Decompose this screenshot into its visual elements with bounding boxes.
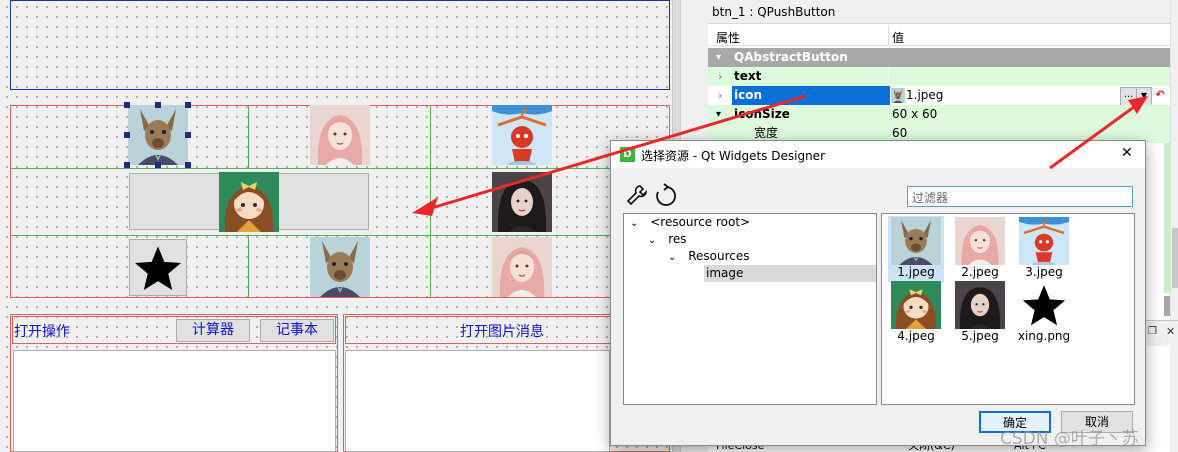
cartoon-girl-image <box>891 281 941 329</box>
thumbnail-label: xing.png <box>1017 329 1071 343</box>
kangaroo-image <box>128 105 188 165</box>
kangaroo-image <box>310 237 370 297</box>
dark-hair-girl-image <box>955 281 1005 329</box>
close-dock-icon[interactable]: ✕ <box>1166 325 1175 338</box>
cartoon-girl-image <box>219 172 279 232</box>
tree-item-image[interactable]: image <box>704 265 876 282</box>
chevron-down-icon: ⌄ <box>648 235 657 246</box>
selection-handle[interactable] <box>155 102 161 108</box>
right-text-edit[interactable] <box>345 350 610 452</box>
thumbnail-label: 4.jpeg <box>897 329 935 343</box>
cartoon-girl-button-icon <box>219 172 279 232</box>
thumbnail-1[interactable] <box>891 217 941 265</box>
property-group-qabstractbutton[interactable]: ▾ QAbstractButton <box>708 48 1170 67</box>
hanger-mascot-image <box>1019 217 1069 265</box>
tree-item-resources[interactable]: ⌄ Resources <box>668 248 750 265</box>
chevron-down-icon: ⌄ <box>630 218 639 229</box>
selection-handle[interactable] <box>155 162 161 168</box>
grid-divider <box>430 106 431 297</box>
thumbnail-3[interactable] <box>1019 217 1069 265</box>
float-dock-icon[interactable]: ❐ <box>1148 326 1157 337</box>
grid-divider <box>11 168 669 169</box>
grid-divider <box>248 106 249 168</box>
value-column-header[interactable]: 值 <box>892 29 904 46</box>
filter-input[interactable]: 过滤器 <box>907 186 1133 207</box>
girl-image-button-2[interactable] <box>492 237 552 297</box>
object-title: btn_1 : QPushButton <box>712 5 836 19</box>
selection-handle[interactable] <box>185 102 191 108</box>
left-text-edit[interactable] <box>13 350 336 452</box>
browse-button[interactable]: ... <box>1120 87 1137 106</box>
grid-divider <box>11 235 669 236</box>
girl-image-button[interactable] <box>310 105 370 165</box>
kangaroo-image <box>891 217 941 265</box>
property-row-icon[interactable]: › icon 1.jpeg ... ▼ ↶ <box>708 86 1170 106</box>
collapse-arrow-icon: ▾ <box>716 52 722 63</box>
thumbnail-5[interactable] <box>955 281 1005 329</box>
qt-designer-icon: D <box>620 147 635 162</box>
designer-canvas[interactable]: 打开操作 计算器 记事本 打开图片消息 <box>0 0 672 452</box>
girl-portrait-image <box>310 105 370 165</box>
property-value[interactable]: 1.jpeg <box>906 86 943 105</box>
watermark: CSDN @叶子丶苏 <box>1000 429 1139 449</box>
open-image-message-label: 打开图片消息 <box>460 324 544 340</box>
kangaroo-image-button[interactable] <box>128 105 188 165</box>
kangaroo-image-button-2[interactable] <box>310 237 370 297</box>
open-action-label: 打开操作 <box>14 324 70 340</box>
property-name: iconSize <box>734 107 790 121</box>
dropdown-arrow-icon[interactable]: ▼ <box>1136 87 1152 106</box>
expand-arrow-icon: › <box>718 70 723 83</box>
girl-portrait-image <box>955 217 1005 265</box>
wrench-icon[interactable] <box>625 183 649 210</box>
tree-item-resource-root[interactable]: ⌄ <resource root> <box>630 214 750 231</box>
hanger-image-button[interactable] <box>492 105 552 165</box>
notepad-button[interactable]: 记事本 <box>260 319 334 342</box>
reset-arrow-icon[interactable]: ↶ <box>1154 87 1166 104</box>
selection-handle[interactable] <box>124 162 130 168</box>
filter-placeholder: 过滤器 <box>912 191 949 205</box>
resource-thumbnail-list[interactable]: 1.jpeg 2.jpeg 3.jpeg 4.jpeg 5.jpeg xing.… <box>881 213 1135 405</box>
star-icon <box>1021 282 1067 328</box>
property-row-iconsize[interactable]: ▾ iconSize 60 x 60 <box>708 105 1170 124</box>
thumbnail-4[interactable] <box>891 281 941 329</box>
star-icon <box>133 243 183 293</box>
thumbnail-label: 2.jpeg <box>961 265 999 279</box>
hanger-mascot-image <box>492 105 552 165</box>
thumbnail-label: 3.jpeg <box>1025 265 1063 279</box>
chevron-down-icon: ⌄ <box>668 252 677 263</box>
property-value[interactable]: 60 x 60 <box>892 105 937 124</box>
tree-item-res[interactable]: ⌄ res <box>648 231 687 248</box>
dark-hair-image-button[interactable] <box>492 172 552 232</box>
group-label: QAbstractButton <box>734 50 848 64</box>
property-column-header[interactable]: 属性 <box>716 29 740 46</box>
top-frame <box>10 0 670 90</box>
selection-handle[interactable] <box>185 162 191 168</box>
property-scrollbar[interactable] <box>1170 0 1178 320</box>
resource-tree[interactable]: ⌄ <resource root> ⌄ res ⌄ Resources imag… <box>623 213 877 405</box>
thumbnail-6[interactable] <box>1021 282 1067 328</box>
refresh-icon[interactable] <box>653 183 679 212</box>
thumbnail-label: 5.jpeg <box>961 329 999 343</box>
close-icon[interactable]: ✕ <box>1121 145 1133 161</box>
property-row-text[interactable]: › text <box>708 67 1170 86</box>
thumbnail-label: 1.jpeg <box>897 265 935 279</box>
selection-handle[interactable] <box>185 132 191 138</box>
select-resource-dialog: D 选择资源 - Qt Widgets Designer ✕ 过滤器 ⌄ <re… <box>610 140 1146 446</box>
collapse-arrow-icon: ▾ <box>716 109 722 120</box>
dark-hair-girl-image <box>492 172 552 232</box>
dialog-titlebar[interactable]: D 选择资源 - Qt Widgets Designer ✕ <box>611 141 1145 168</box>
grid-divider <box>248 236 249 297</box>
property-name: text <box>734 69 762 83</box>
kangaroo-thumb-icon <box>891 88 905 103</box>
selection-handle[interactable] <box>124 132 130 138</box>
expand-arrow-icon: › <box>718 89 723 102</box>
property-name: icon <box>732 86 890 105</box>
selection-handle[interactable] <box>124 102 130 108</box>
dialog-title: 选择资源 - Qt Widgets Designer <box>641 149 825 163</box>
calculator-button[interactable]: 计算器 <box>176 319 250 342</box>
thumbnail-2[interactable] <box>955 217 1005 265</box>
star-image-button[interactable] <box>129 239 187 296</box>
girl-portrait-image <box>492 237 552 297</box>
